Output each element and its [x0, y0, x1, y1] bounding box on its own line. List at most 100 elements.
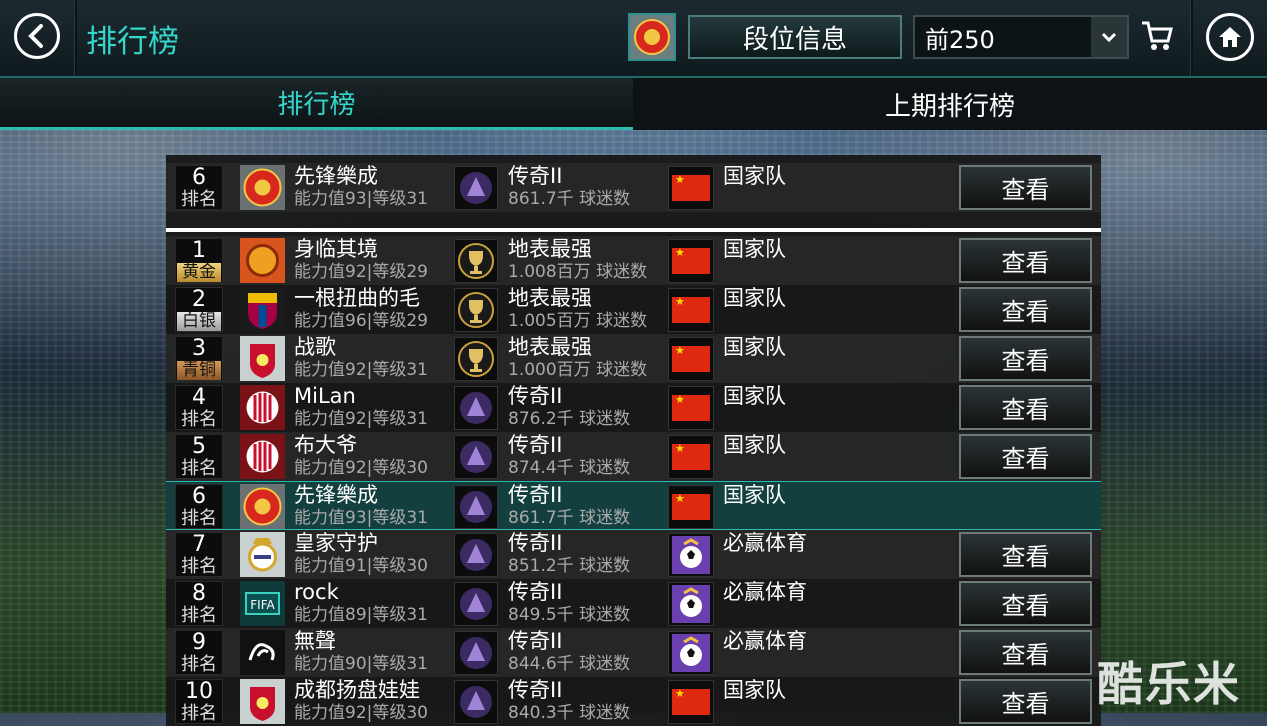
view-button[interactable]: 查看 [959, 679, 1092, 724]
china-flag-icon [668, 337, 714, 381]
rank-box: 1 黄金 [175, 238, 223, 283]
tab-leaderboard[interactable]: 排行榜 [0, 78, 633, 130]
view-button[interactable]: 查看 [959, 287, 1092, 332]
separator [166, 228, 1101, 232]
player-name: MiLan [294, 384, 356, 408]
china-flag-icon [668, 166, 714, 210]
manutd-crest-icon [239, 484, 286, 529]
rank-number: 5 [192, 434, 206, 459]
leaderboard-row[interactable]: 10排名 成都扬盘娃娃能力值92|等级30 传奇II840.3千 球迷数 国家队 查看 [166, 677, 1101, 726]
view-button[interactable]: 查看 [959, 581, 1092, 626]
rank-box: 6 排名 [175, 165, 223, 210]
view-button[interactable]: 查看 [959, 434, 1092, 479]
home-button[interactable] [1206, 13, 1254, 61]
rank-box: 6 排名 [175, 484, 223, 529]
player-name: 先锋樂成 [294, 483, 378, 507]
svg-text:FIFA: FIFA [250, 598, 275, 612]
fifa-crest-icon: FIFA [239, 581, 286, 626]
player-stats: 能力值92|等级30 [294, 703, 428, 723]
player-stats: 能力值92|等级30 [294, 458, 428, 478]
player-stats: 能力值93|等级31 [294, 508, 428, 528]
division-name: 传奇II [508, 384, 563, 408]
rank-number: 2 [192, 287, 206, 312]
view-button[interactable]: 查看 [959, 165, 1092, 210]
cart-icon[interactable] [1140, 20, 1174, 56]
rank-label: 排名 [181, 409, 217, 430]
player-stats: 能力值93|等级31 [294, 189, 428, 209]
view-button[interactable]: 查看 [959, 630, 1092, 675]
trophy-division-icon [454, 337, 498, 381]
player-stats: 能力值92|等级29 [294, 262, 428, 282]
leaderboard-row[interactable]: 8 排名 FIFA rock 能力值89|等级31 传奇II 849.5千 球迷数 必赢体育 查… [166, 579, 1101, 628]
leaderboard-row[interactable]: 3青铜 战歌能力值92|等级31 地表最强1.000百万 球迷数 国家队 查看 [166, 334, 1101, 383]
rank-box: 8 排名 [175, 581, 223, 626]
club-badge-button[interactable] [628, 13, 676, 61]
tab-previous-leaderboard[interactable]: 上期排行榜 [633, 78, 1267, 130]
milan-crest-icon [239, 434, 286, 479]
rank-label: 排名 [181, 605, 217, 626]
chevron-left-icon [28, 24, 43, 48]
derby-crest-icon [239, 630, 286, 675]
rank-label: 排名 [181, 508, 217, 529]
legend-division-icon [454, 631, 498, 675]
view-button[interactable]: 查看 [959, 532, 1092, 577]
rank-number: 6 [192, 165, 206, 190]
team-name: 国家队 [723, 678, 786, 702]
fan-count: 1.000百万 球迷数 [508, 360, 648, 380]
rank-number: 9 [192, 630, 206, 655]
rank-number: 7 [192, 532, 206, 557]
division-name: 地表最强 [508, 286, 592, 310]
fan-count: 861.7千 球迷数 [508, 508, 631, 528]
rank-info-button[interactable]: 段位信息 [688, 15, 902, 59]
manutd-crest-icon [634, 19, 670, 55]
view-button[interactable]: 查看 [959, 336, 1092, 381]
rank-label: 黄金 [177, 263, 221, 282]
leaderboard-row[interactable]: 7 排名 皇家守护 能力值91|等级30 传奇II 851.2千 球迷数 必赢体育 查看 [166, 530, 1101, 579]
division-name: 传奇II [508, 483, 563, 507]
rank-box: 2 白银 [175, 287, 223, 332]
rank-box: 7 排名 [175, 532, 223, 577]
division-name: 传奇II [508, 433, 563, 457]
player-stats: 能力值92|等级31 [294, 409, 428, 429]
range-dropdown[interactable]: 前250 [913, 15, 1129, 59]
rank-label: 青铜 [177, 361, 221, 380]
rank-box: 4 排名 [175, 385, 223, 430]
legend-division-icon [454, 582, 498, 626]
leaderboard-row[interactable]: 2白银 一根扭曲的毛能力值96|等级29 地表最强1.005百万 球迷数 国家队 查看 [166, 285, 1101, 334]
team-name: 国家队 [723, 335, 786, 359]
leaderboard-row[interactable]: 1黄金 身临其境能力值92|等级29 地表最强1.008百万 球迷数 国家队 查看 [166, 236, 1101, 285]
rank-label: 排名 [181, 458, 217, 479]
legend-division-icon [454, 485, 498, 529]
rank-box: 3 青铜 [175, 336, 223, 381]
player-name: 成都扬盘娃娃 [294, 678, 420, 702]
chevron-down-icon[interactable] [1091, 17, 1127, 57]
leaderboard-row[interactable]: 4排名 MiLan能力值92|等级31 传奇II876.2千 球迷数 国家队 查看 [166, 383, 1101, 432]
player-stats: 能力值89|等级31 [294, 605, 428, 625]
back-button[interactable] [14, 13, 60, 59]
rank-box: 9 排名 [175, 630, 223, 675]
rank-label: 排名 [181, 189, 217, 210]
range-value: 前250 [925, 25, 995, 54]
division-name: 传奇II [508, 678, 563, 702]
china-flag-icon [668, 239, 714, 283]
trophy-division-icon [454, 288, 498, 332]
tab-bar: 排行榜 上期排行榜 [0, 78, 1267, 130]
rank-label: 排名 [181, 703, 217, 724]
leaderboard-row[interactable]: 5排名 布大爷能力值92|等级30 传奇II874.4千 球迷数 国家队 查看 [166, 432, 1101, 481]
leaderboard-row[interactable]: 6排名 先锋樂成能力值93|等级31 传奇II861.7千 球迷数 国家队 [166, 481, 1101, 530]
china-flag-icon [668, 386, 714, 430]
player-stats: 能力值91|等级30 [294, 556, 428, 576]
china-flag-icon [668, 288, 714, 332]
player-stats: 能力值96|等级29 [294, 311, 428, 331]
view-button[interactable]: 查看 [959, 238, 1092, 283]
team-name: 必赢体育 [723, 629, 807, 653]
leaderboard-row[interactable]: 9 排名 無聲 能力值90|等级31 传奇II 844.6千 球迷数 必赢体育 查看 [166, 628, 1101, 677]
view-button[interactable]: 查看 [959, 385, 1092, 430]
rank-label: 排名 [181, 556, 217, 577]
rank-label: 白银 [177, 312, 221, 331]
fan-count: 1.008百万 球迷数 [508, 262, 648, 282]
china-flag-icon [668, 485, 714, 529]
player-stats: 能力值90|等级31 [294, 654, 428, 674]
fan-count: 844.6千 球迷数 [508, 654, 631, 674]
fan-count: 861.7千 球迷数 [508, 189, 631, 209]
